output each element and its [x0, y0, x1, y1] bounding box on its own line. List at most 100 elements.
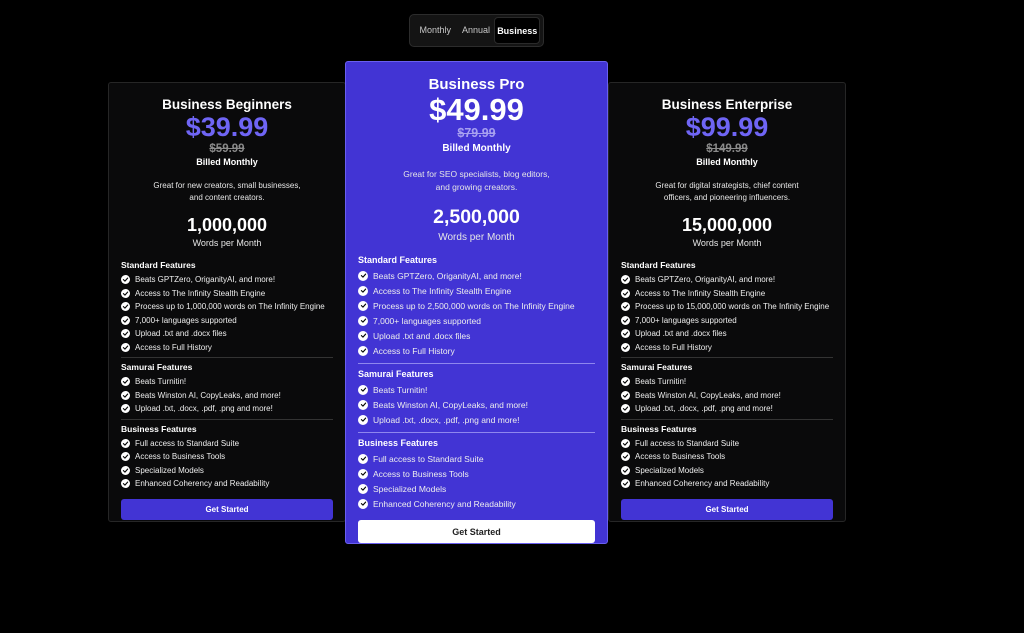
section-divider [121, 357, 333, 358]
section-divider [358, 363, 595, 364]
feature-item: Process up to 2,500,000 words on The Inf… [358, 298, 595, 313]
billing-toggle: Monthly Annual Business [409, 14, 544, 47]
check-circle-icon [121, 479, 130, 489]
feature-text: Beats Winston AI, CopyLeaks, and more! [135, 390, 281, 400]
feature-item: Beats Winston AI, CopyLeaks, and more! [621, 389, 833, 403]
section-title: Business Features [358, 438, 439, 448]
check-circle-icon [358, 468, 368, 479]
samurai-features-section: Samurai Features Beats Turnitin! Beats Win… [358, 369, 595, 427]
feature-item: Beats GPTZero, OriganityAI, and more! [621, 273, 833, 287]
toggle-business[interactable]: Business [494, 17, 541, 44]
check-circle-icon [358, 399, 368, 410]
feature-text: Beats Turnitin! [135, 377, 187, 387]
feature-text: Upload .txt, .docx, .pdf, .png and more! [135, 404, 273, 414]
feature-item: Access to Full History [121, 341, 333, 355]
feature-item: Beats Turnitin! [121, 375, 333, 389]
get-started-button[interactable]: Get Started [121, 498, 333, 520]
business-features-section: Business Features Full access to Standard… [621, 424, 833, 491]
standard-features-section: Standard Features Beats GPTZero, Origanit… [358, 255, 595, 358]
check-circle-icon [621, 342, 630, 352]
feature-text: Access to Business Tools [373, 468, 469, 479]
toggle-monthly[interactable]: Monthly [413, 17, 458, 44]
feature-text: Beats Winston AI, CopyLeaks, and more! [635, 390, 781, 400]
feature-item: Beats Turnitin! [358, 382, 595, 397]
feature-text: Full access to Standard Suite [135, 438, 240, 448]
check-circle-icon [621, 302, 630, 312]
feature-item: Access to Full History [358, 343, 595, 358]
plan-card-beginners: Business Beginners $39.99 $59.99 Billed Mon… [108, 82, 346, 522]
check-circle-icon [121, 329, 130, 339]
feature-item: Beats Turnitin! [621, 375, 833, 389]
toggle-annual[interactable]: Annual [458, 17, 495, 44]
section-title: Standard Features [358, 255, 438, 265]
feature-text: Beats Turnitin! [635, 377, 687, 387]
billing-period: Billed Monthly [196, 157, 258, 167]
feature-text: Upload .txt and .docx files [635, 329, 727, 339]
feature-text: Upload .txt and .docx files [135, 329, 227, 339]
plan-card-pro: Business Pro $49.99 $79.99 Billed Monthly Gr… [345, 61, 608, 544]
feature-text: Specialized Models [373, 483, 447, 494]
word-count: 15,000,000 [681, 215, 773, 235]
feature-item: Access to The Infinity Stealth Engine [621, 287, 833, 301]
feature-text: Upload .txt and .docx files [373, 330, 471, 341]
section-divider [121, 418, 333, 420]
feature-item: Access to The Infinity Stealth Engine [358, 283, 595, 298]
plan-description: Great for digital strategists, chief con… [655, 181, 799, 202]
word-count: 2,500,000 [433, 206, 520, 228]
feature-text: Specialized Models [635, 465, 704, 475]
word-count: 1,000,000 [186, 215, 268, 235]
feature-text: Full access to Standard Suite [373, 453, 484, 464]
samurai-features-section: Samurai Features Beats Turnitin! Beats Win… [121, 362, 333, 416]
feature-item: 7,000+ languages supported [121, 314, 333, 328]
feature-text: Beats GPTZero, OriganityAI, and more! [135, 275, 276, 285]
check-circle-icon [621, 452, 630, 462]
check-circle-icon [358, 300, 368, 311]
feature-item: Enhanced Coherency and Readability [358, 496, 595, 511]
section-title: Business Features [621, 423, 697, 434]
get-started-button[interactable]: Get Started [621, 498, 833, 520]
feature-text: Process up to 2,500,000 words on The Inf… [373, 300, 575, 311]
feature-item: Upload .txt and .docx files [121, 327, 333, 341]
feature-item: Enhanced Coherency and Readability [621, 477, 833, 491]
feature-item: Beats Winston AI, CopyLeaks, and more! [121, 389, 333, 403]
section-divider [621, 357, 833, 358]
check-circle-icon [121, 465, 130, 475]
check-circle-icon [358, 483, 368, 494]
feature-text: Enhanced Coherency and Readability [135, 479, 270, 489]
feature-item: Process up to 1,000,000 words on The Inf… [121, 300, 333, 314]
feature-item: Upload .txt, .docx, .pdf, .png and more! [621, 402, 833, 416]
business-features-section: Business Features Full access to Standard… [121, 424, 333, 491]
check-circle-icon [621, 377, 630, 387]
feature-text: 7,000+ languages supported [135, 315, 237, 325]
feature-text: Beats Winston AI, CopyLeaks, and more! [373, 399, 528, 410]
feature-item: Upload .txt, .docx, .pdf, .png and more! [358, 412, 595, 427]
plan-title: Business Beginners [162, 97, 292, 112]
check-circle-icon [621, 275, 630, 285]
check-circle-icon [358, 270, 368, 281]
feature-text: Specialized Models [135, 465, 204, 475]
check-circle-icon [121, 302, 130, 312]
billing-period: Billed Monthly [442, 143, 511, 154]
plan-description: Great for new creators, small businesses… [153, 181, 301, 202]
feature-text: Process up to 15,000,000 words on The In… [635, 302, 830, 312]
feature-text: Enhanced Coherency and Readability [635, 479, 770, 489]
section-divider [358, 432, 595, 433]
feature-item: Full access to Standard Suite [621, 437, 833, 451]
check-circle-icon [121, 438, 130, 448]
plan-card-enterprise: Business Enterprise $99.99 $149.99 Billed M… [608, 82, 846, 522]
feature-item: Upload .txt and .docx files [358, 328, 595, 343]
check-circle-icon [621, 404, 630, 414]
check-circle-icon [621, 329, 630, 339]
check-circle-icon [621, 465, 630, 475]
feature-item: Full access to Standard Suite [358, 451, 595, 466]
check-circle-icon [121, 288, 130, 298]
word-count-label: Words per Month [692, 238, 762, 248]
feature-item: Upload .txt and .docx files [621, 327, 833, 341]
section-title: Standard Features [121, 260, 196, 270]
get-started-button[interactable]: Get Started [358, 520, 595, 543]
check-circle-icon [121, 452, 130, 462]
check-circle-icon [621, 390, 630, 400]
feature-item: Beats GPTZero, OriganityAI, and more! [358, 268, 595, 283]
plan-old-price: $149.99 [706, 143, 748, 155]
feature-item: 7,000+ languages supported [358, 313, 595, 328]
